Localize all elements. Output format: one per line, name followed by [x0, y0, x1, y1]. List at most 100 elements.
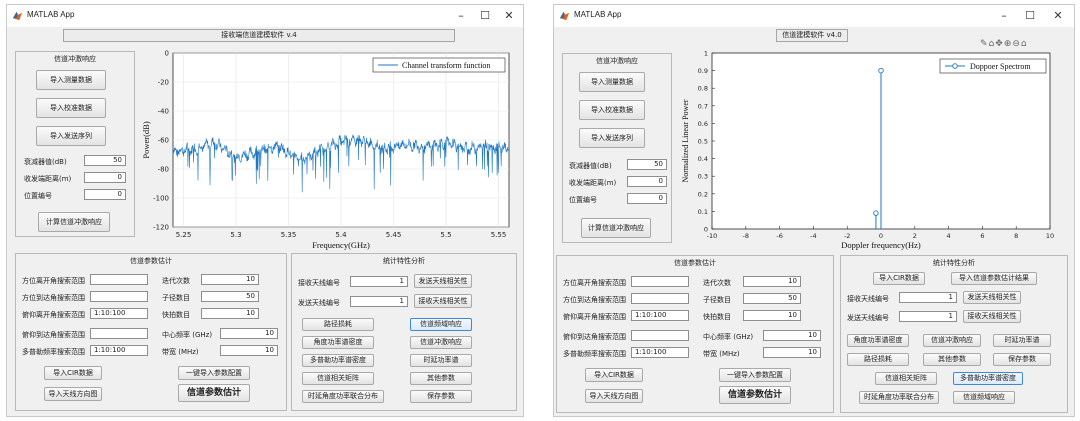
import-cir-button[interactable]: 导入CIR数据	[585, 368, 643, 382]
import-config-button[interactable]: 一键导入参数配置	[719, 368, 791, 382]
aod-range-input[interactable]	[90, 274, 148, 285]
y-axis-label: Power(dB)	[141, 121, 151, 158]
y-tick-label: 0.9	[698, 67, 708, 75]
doppler-range-input[interactable]: 1:10:100	[90, 345, 148, 356]
bandwidth-input[interactable]: 10	[763, 347, 821, 358]
attenuator-label: 衰减器值(dB)	[24, 158, 67, 166]
other-params-button[interactable]: 其他参数	[923, 353, 981, 366]
aod-range-input[interactable]	[631, 276, 689, 287]
corr-matrix-button[interactable]: 信道相关矩阵	[875, 372, 937, 385]
rx-antenna-label: 接收天线编号	[298, 279, 340, 287]
joint-distribution-button[interactable]: 时延角度功率联合分布	[859, 391, 939, 404]
distance-input[interactable]: 0	[84, 172, 126, 183]
import-tx-sequence-button[interactable]: 导入发送序列	[36, 126, 106, 146]
angle-psd-button[interactable]: 角度功率谱密度	[847, 334, 909, 347]
aoa-range-input[interactable]	[631, 293, 689, 304]
tx-antenna-input[interactable]: 1	[899, 311, 957, 322]
import-calibration-button[interactable]: 导入校准数据	[36, 98, 106, 118]
legend-label: Doppoer Spectrom	[970, 62, 1031, 71]
attenuator-input[interactable]: 50	[84, 155, 126, 166]
center-freq-input[interactable]: 10	[220, 328, 278, 339]
import-cir-button[interactable]: 导入CIR数据	[873, 272, 925, 285]
aoa-range-label: 方位到达角搜索范围	[22, 294, 85, 302]
cir-button[interactable]: 信道冲激响应	[923, 334, 981, 347]
doppler-range-input[interactable]: 1:10:100	[631, 347, 689, 358]
other-params-button[interactable]: 其他参数	[410, 372, 472, 385]
import-cir-button[interactable]: 导入CIR数据	[44, 366, 102, 380]
bandwidth-input[interactable]: 10	[220, 345, 278, 356]
import-antenna-pattern-button[interactable]: 导入天线方向图	[44, 387, 102, 401]
x-tick-label: -4	[810, 232, 816, 240]
doppler-psd-button[interactable]: 多普勒功率谱密度	[953, 372, 1023, 385]
subpaths-input[interactable]: 50	[201, 291, 259, 302]
delay-psd-button[interactable]: 时延功率谱	[410, 354, 472, 367]
position-input[interactable]: 0	[627, 193, 667, 204]
stats-panel-title: 统计特性分析	[383, 257, 425, 265]
minimize-button[interactable]: –	[451, 8, 471, 24]
distance-label: 收发端距离(m)	[24, 175, 72, 183]
corr-matrix-button[interactable]: 信道相关矩阵	[302, 372, 374, 385]
y-tick-label: 0.6	[698, 120, 708, 128]
snapshots-input[interactable]: 10	[201, 308, 259, 319]
minimize-button[interactable]: –	[994, 8, 1014, 24]
maximize-button[interactable]: ☐	[1020, 8, 1040, 24]
import-measurement-button[interactable]: 导入测量数据	[579, 72, 645, 92]
close-button[interactable]: ✕	[499, 8, 519, 24]
position-input[interactable]: 0	[84, 189, 126, 200]
subpaths-input[interactable]: 50	[743, 293, 801, 304]
joint-distribution-button[interactable]: 时延角度功率联合分布	[302, 390, 384, 403]
y-tick-label: 0.1	[698, 208, 708, 216]
y-tick-label: -120	[153, 224, 169, 232]
save-params-button[interactable]: 保存参数	[993, 353, 1051, 366]
left-app-window: MATLAB App – ☐ ✕ 接收端信道建模软件 v.4 信道冲激响应 导入…	[6, 4, 524, 417]
freq-response-button[interactable]: 信道频域响应	[953, 391, 1015, 404]
compute-cir-button[interactable]: 计算信道冲激响应	[38, 212, 110, 232]
eod-range-input[interactable]: 1:10:100	[631, 310, 689, 321]
cir-panel: 信道冲激响应 导入测量数据 导入校准数据 导入发送序列 衰减器值(dB) 50 …	[562, 53, 672, 243]
distance-input[interactable]: 0	[627, 176, 667, 187]
pathloss-button[interactable]: 路径损耗	[302, 318, 374, 331]
aoa-range-input[interactable]	[90, 291, 148, 302]
estimate-parameters-button[interactable]: 信道参数估计	[719, 386, 791, 404]
import-antenna-pattern-button[interactable]: 导入天线方向图	[585, 389, 643, 403]
tx-corr-button[interactable]: 发送天线相关性	[963, 291, 1021, 304]
pathloss-button[interactable]: 路径损耗	[847, 353, 909, 366]
snapshots-input[interactable]: 10	[743, 310, 801, 321]
cir-button[interactable]: 信道冲激响应	[410, 336, 472, 349]
cir-panel-title: 信道冲激响应	[596, 57, 638, 65]
rx-corr-button[interactable]: 接收天线相关性	[414, 294, 472, 308]
center-freq-input[interactable]: 10	[763, 330, 821, 341]
save-params-button[interactable]: 保存参数	[410, 390, 472, 403]
eod-range-input[interactable]: 1:10:100	[90, 308, 148, 319]
import-measurement-button[interactable]: 导入测量数据	[36, 70, 106, 90]
compute-cir-button[interactable]: 计算信道冲激响应	[581, 218, 651, 238]
eoa-range-input[interactable]	[631, 330, 689, 341]
rx-corr-button[interactable]: 接收天线相关性	[963, 310, 1021, 323]
y-tick-label: 0.7	[698, 102, 708, 110]
delay-psd-button[interactable]: 时延功率谱	[993, 334, 1051, 347]
freq-response-button[interactable]: 信道频域响应	[410, 318, 472, 331]
eoa-range-input[interactable]	[90, 328, 148, 339]
close-button[interactable]: ✕	[1048, 8, 1068, 24]
y-tick-label: 0.2	[698, 190, 708, 198]
rx-antenna-input[interactable]: 1	[350, 276, 408, 287]
y-tick-label: 0.5	[698, 138, 708, 146]
doppler-psd-button[interactable]: 多普勒功率谱密度	[302, 354, 374, 367]
iterations-input[interactable]: 10	[743, 276, 801, 287]
import-config-button[interactable]: 一键导入参数配置	[178, 366, 250, 380]
angle-psd-button[interactable]: 角度功率谱密度	[302, 336, 374, 349]
x-axis-label: Doppler frequency(Hz)	[841, 240, 921, 250]
window-title: MATLAB App	[574, 10, 622, 19]
param-estimation-panel: 信道参数估计 方位离开角搜索范围 方位到达角搜索范围 俯仰离开角搜索范围 1:1…	[556, 255, 834, 413]
tx-antenna-input[interactable]: 1	[350, 296, 408, 307]
import-calibration-button[interactable]: 导入校准数据	[579, 100, 645, 120]
import-tx-sequence-button[interactable]: 导入发送序列	[579, 128, 645, 148]
x-tick-label: 5.3	[230, 231, 241, 239]
estimate-parameters-button[interactable]: 信道参数估计	[178, 384, 250, 402]
iterations-input[interactable]: 10	[201, 274, 259, 285]
attenuator-input[interactable]: 50	[627, 159, 667, 170]
rx-antenna-input[interactable]: 1	[899, 292, 957, 303]
maximize-button[interactable]: ☐	[475, 8, 495, 24]
import-estimation-results-button[interactable]: 导入信道参数估计结果	[951, 272, 1037, 285]
rx-corr-top-button[interactable]: 发送天线相关性	[414, 274, 472, 288]
